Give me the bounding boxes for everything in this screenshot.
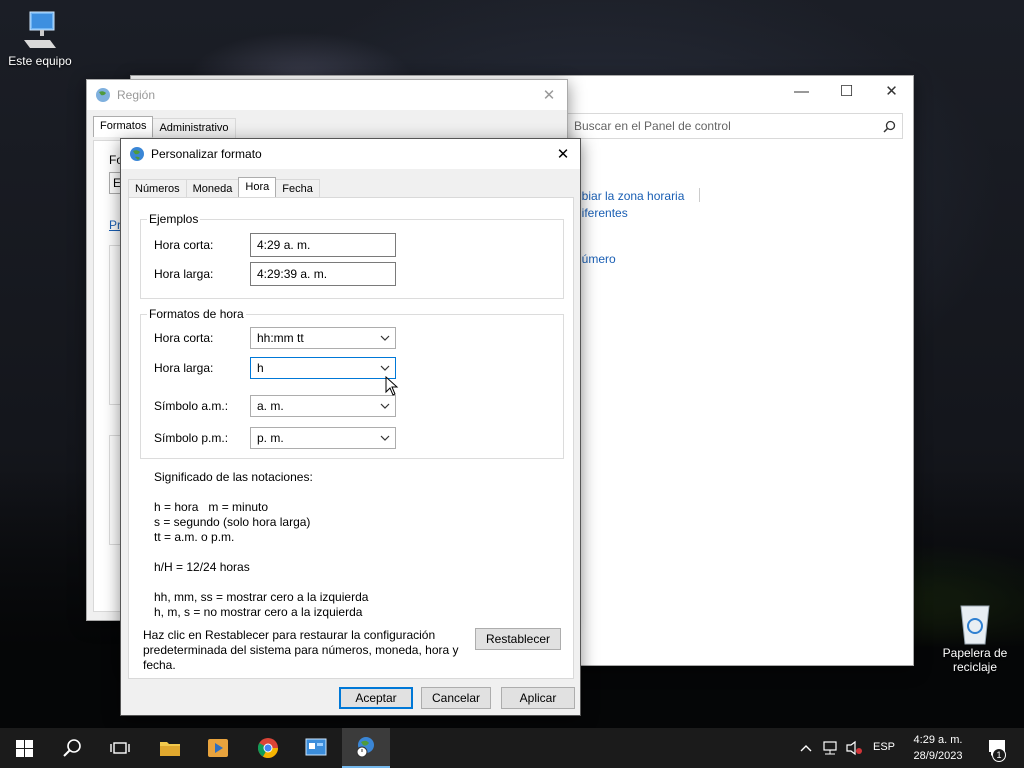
dialog-title: Personalizar formato [151, 147, 262, 161]
short-time-label: Hora corta: [154, 331, 214, 345]
pm-symbol-value: p. m. [257, 431, 284, 445]
example-short-time-label: Hora corta: [154, 238, 214, 252]
notation-help: Significado de las notaciones: h = hora … [154, 470, 368, 620]
search-icon [63, 739, 81, 757]
chevron-down-icon [380, 335, 390, 341]
search-placeholder: Buscar en el Panel de control [574, 119, 731, 133]
reset-button[interactable]: Restablecer [475, 628, 561, 650]
link-different[interactable]: diferentes [575, 206, 628, 220]
computer-icon [20, 10, 60, 50]
notation-line: h, m, s = no mostrar cero a la izquierda [154, 605, 363, 619]
notation-line: hh, mm, ss = mostrar cero a la izquierda [154, 590, 369, 604]
desktop-icon-label-line1: Papelera de [942, 646, 1008, 660]
long-time-label: Hora larga: [154, 361, 214, 375]
media-player-icon [208, 739, 228, 757]
example-long-time-field[interactable]: 4:29:39 a. m. [250, 262, 396, 286]
long-time-value: h [257, 361, 264, 375]
time-formats-legend: Formatos de hora [147, 307, 246, 321]
pm-symbol-label: Símbolo p.m.: [154, 431, 229, 445]
chevron-up-icon [800, 745, 812, 752]
link-change-timezone[interactable]: nbiar la zona horaria [575, 189, 684, 203]
short-time-combo[interactable]: hh:mm tt [250, 327, 396, 349]
am-symbol-value: a. m. [257, 399, 284, 413]
globe-clock-icon [356, 737, 374, 758]
notation-line: tt = a.m. o p.m. [154, 530, 235, 544]
chrome-button[interactable] [244, 728, 292, 768]
link-number[interactable]: número [575, 252, 616, 266]
reset-description: Haz clic en Restablecer para restaurar l… [143, 628, 459, 673]
network-button[interactable] [818, 728, 842, 768]
notation-line: h/H = 12/24 horas [154, 560, 250, 574]
control-panel-button[interactable] [292, 728, 340, 768]
pm-symbol-combo[interactable]: p. m. [250, 427, 396, 449]
start-button[interactable] [0, 728, 48, 768]
notation-heading: Significado de las notaciones: [154, 470, 313, 484]
close-icon[interactable]: ✕ [869, 76, 914, 106]
network-icon [823, 741, 837, 755]
example-long-time-label: Hora larga: [154, 267, 214, 281]
example-short-time-field[interactable]: 4:29 a. m. [250, 233, 396, 257]
apply-button[interactable]: Aplicar [501, 687, 575, 709]
long-time-combo[interactable]: h [250, 357, 396, 379]
desktop-icon-this-pc[interactable]: Este equipo [0, 10, 80, 68]
clock-date: 28/9/2023 [913, 750, 963, 762]
chevron-down-icon [380, 365, 390, 371]
link-separator [699, 188, 700, 202]
region-titlebar[interactable]: Región [87, 80, 567, 110]
region-title: Región [117, 88, 156, 102]
time-tab-panel: Ejemplos Hora corta: 4:29 a. m. Hora lar… [128, 197, 574, 679]
tab-formats[interactable]: Formatos [93, 116, 154, 137]
volume-button[interactable] [842, 728, 866, 768]
search-input[interactable]: Buscar en el Panel de control [567, 113, 903, 139]
recycle-bin-icon [955, 602, 995, 645]
language-indicator[interactable]: ESP [873, 741, 895, 753]
media-player-button[interactable] [194, 728, 242, 768]
am-symbol-label: Símbolo a.m.: [154, 399, 229, 413]
am-symbol-combo[interactable]: a. m. [250, 395, 396, 417]
chrome-icon [257, 738, 278, 758]
chevron-down-icon [380, 403, 390, 409]
notation-line: s = segundo (solo hora larga) [154, 515, 311, 529]
search-icon [883, 120, 896, 133]
clock-time: 4:29 a. m. [913, 734, 963, 746]
notation-line: h = hora m = minuto [154, 500, 269, 514]
desktop-icon-label: Este equipo [8, 54, 72, 68]
action-center-button[interactable]: 1 [978, 728, 1018, 768]
desktop-icon-label-line2: reciclaje [952, 660, 997, 674]
clock[interactable]: 4:29 a. m. 28/9/2023 [905, 732, 971, 764]
maximize-icon[interactable]: ☐ [824, 76, 869, 106]
tab-time[interactable]: Hora [238, 177, 277, 198]
task-view-button[interactable] [96, 728, 144, 768]
short-time-value: hh:mm tt [257, 331, 304, 345]
globe-icon [130, 147, 144, 161]
close-icon[interactable]: ✕ [531, 80, 567, 110]
mouse-cursor-icon [385, 376, 399, 396]
windows-logo-icon [15, 739, 33, 757]
chevron-down-icon [380, 435, 390, 441]
reset-text-line: fecha. [143, 658, 176, 672]
cancel-button[interactable]: Cancelar [421, 687, 491, 709]
volume-muted-icon [846, 740, 862, 756]
notification-count-badge: 1 [992, 748, 1006, 762]
reset-text-line: predeterminada del sistema para números,… [143, 643, 459, 657]
show-hidden-icons-button[interactable] [796, 728, 816, 768]
taskbar: ESP 4:29 a. m. 28/9/2023 1 [0, 728, 1024, 768]
task-view-icon [110, 742, 130, 754]
dialog-titlebar[interactable]: Personalizar formato [121, 139, 580, 169]
control-panel-icon [305, 738, 327, 756]
examples-legend: Ejemplos [147, 212, 201, 226]
reset-text-line: Haz clic en Restablecer para restaurar l… [143, 628, 436, 642]
customize-format-dialog: Personalizar formato ✕ Números Moneda Ho… [120, 138, 581, 716]
search-button[interactable] [48, 728, 96, 768]
ok-button[interactable]: Aceptar [339, 687, 413, 709]
file-explorer-button[interactable] [146, 728, 194, 768]
folder-icon [160, 742, 180, 756]
region-app-button[interactable] [342, 728, 390, 768]
desktop-icon-recycle-bin[interactable]: Papelera de reciclaje [935, 602, 1015, 674]
minimize-icon[interactable]: — [779, 76, 824, 106]
globe-icon [96, 88, 110, 102]
tab-administrative[interactable]: Administrativo [152, 118, 236, 139]
examples-group [140, 219, 564, 299]
close-icon[interactable]: ✕ [545, 139, 581, 169]
